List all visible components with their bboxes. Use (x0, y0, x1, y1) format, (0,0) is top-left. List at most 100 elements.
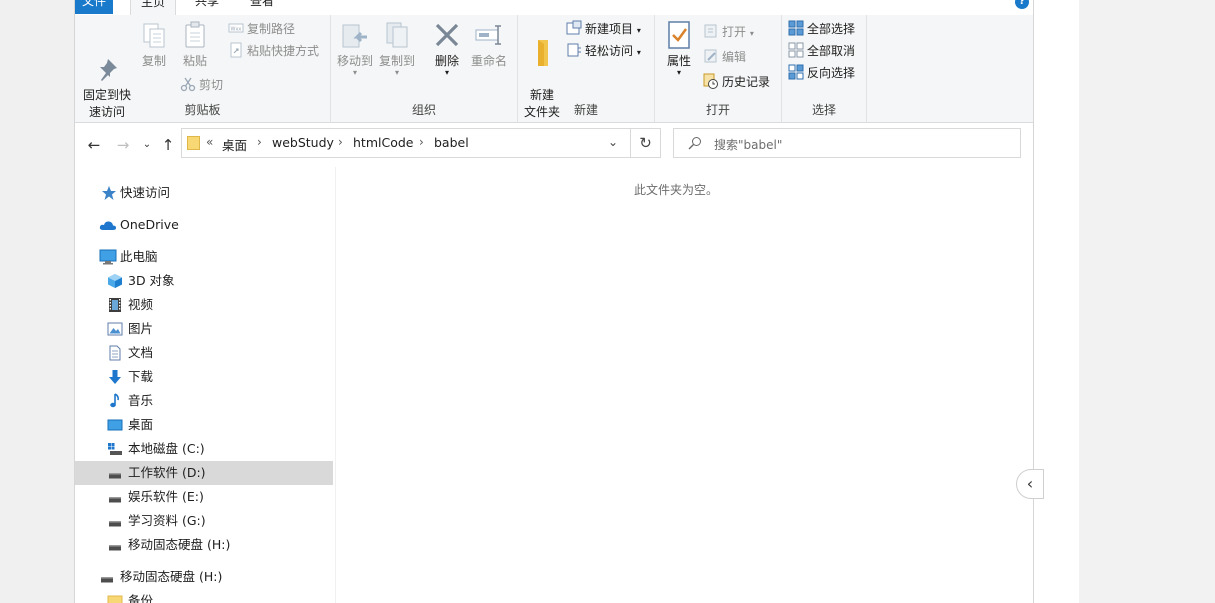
paste-button[interactable]: 粘贴 (177, 19, 213, 70)
nav-item-downloads[interactable]: 下载 (75, 365, 333, 389)
new-item-button[interactable]: 新建项目 ▾ (566, 19, 641, 39)
nav-item-drive-h-root[interactable]: 移动固态硬盘 (H:) (75, 565, 333, 589)
ribbon-tab-bar: 文件 主页 共享 查看 ⌃ (75, 0, 1033, 16)
nav-label: 本地磁盘 (C:) (128, 441, 205, 456)
edit-button[interactable]: 编辑 (703, 47, 746, 67)
nav-label: 快速访问 (120, 185, 171, 200)
nav-label: 视频 (128, 297, 154, 312)
rename-button[interactable]: 重命名 (469, 19, 509, 70)
svg-text:Wxx: Wxx (231, 27, 242, 33)
open-button[interactable]: 打开 ▾ (703, 22, 754, 42)
clipboard-group: 固定到快 速访问 复制 粘贴 Wxx 复制路径 粘贴快捷方式 剪切 剪贴板 (75, 15, 331, 122)
file-list[interactable]: 此文件夹为空。 (336, 167, 1033, 603)
copy-to-button[interactable]: 复制到 ▾ (377, 19, 417, 77)
collapse-pane-button[interactable]: ‹ (1016, 469, 1044, 499)
paste-shortcut-button[interactable]: 粘贴快捷方式 (228, 41, 319, 61)
nav-item-3d-objects[interactable]: 3D 对象 (75, 269, 333, 293)
refresh-button[interactable]: ↻ (631, 128, 661, 158)
breadcrumb-separator[interactable]: › (419, 135, 424, 149)
picture-icon (107, 321, 123, 337)
copy-path-button[interactable]: Wxx 复制路径 (228, 19, 295, 39)
recent-locations-button[interactable]: ⌄ (136, 134, 158, 156)
easy-access-icon (566, 42, 582, 58)
nav-label: 下载 (128, 369, 154, 384)
move-to-button[interactable]: 移动到 ▾ (335, 19, 375, 77)
nav-item-documents[interactable]: 文档 (75, 341, 333, 365)
paste-icon (179, 19, 211, 51)
nav-item-drive-c[interactable]: 本地磁盘 (C:) (75, 437, 333, 461)
nav-item-drive-e[interactable]: 娱乐软件 (E:) (75, 485, 333, 509)
nav-label: 音乐 (128, 393, 154, 408)
select-group-label: 选择 (811, 103, 836, 117)
copy-to-dropdown-icon: ▾ (394, 68, 399, 77)
nav-label: 娱乐软件 (E:) (128, 489, 204, 504)
back-button[interactable]: ← (83, 134, 105, 156)
folder-icon (107, 593, 123, 603)
copy-path-icon: Wxx (228, 20, 244, 36)
nav-label: 移动固态硬盘 (H:) (128, 537, 231, 552)
nav-item-onedrive[interactable]: OneDrive (75, 213, 333, 237)
nav-item-pictures[interactable]: 图片 (75, 317, 333, 341)
easy-access-dropdown-icon: ▾ (636, 48, 641, 57)
nav-label: OneDrive (120, 217, 179, 232)
breadcrumb-babel[interactable]: babel (434, 135, 469, 150)
delete-button[interactable]: 删除 ▾ (431, 19, 463, 77)
nav-item-drive-h[interactable]: 移动固态硬盘 (H:) (75, 533, 333, 557)
empty-folder-message: 此文件夹为空。 (634, 183, 719, 197)
open-group-label: 打开 (705, 103, 730, 117)
select-group: 全部选择 全部取消 反向选择 选择 (782, 15, 867, 122)
breadcrumb-desktop[interactable]: 桌面 (222, 135, 247, 154)
breadcrumb-separator[interactable]: › (257, 135, 262, 149)
nav-item-backup[interactable]: 备份 (75, 589, 333, 603)
nav-item-drive-d[interactable]: 工作软件 (D:) (75, 461, 333, 485)
background-area (1033, 0, 1215, 603)
nav-item-this-pc[interactable]: 此电脑 (75, 245, 333, 269)
breadcrumb-overflow[interactable]: « (206, 135, 213, 149)
select-none-icon (788, 42, 804, 58)
address-bar[interactable]: « 桌面 › webStudy › htmlCode › babel ⌄ (181, 128, 631, 158)
breadcrumb-separator[interactable]: › (338, 135, 343, 149)
history-icon (703, 73, 719, 89)
properties-button[interactable]: 属性 ▾ (661, 19, 697, 77)
nav-item-quick-access[interactable]: 快速访问 (75, 181, 333, 205)
drive-icon (107, 537, 123, 553)
properties-dropdown-icon: ▾ (676, 68, 681, 77)
minimize-ribbon-icon[interactable]: ⌃ (993, 0, 1004, 1)
rename-icon (473, 19, 505, 51)
open-icon (703, 23, 719, 39)
tab-file[interactable]: 文件 (75, 0, 113, 14)
drive-icon (107, 513, 123, 529)
nav-label: 此电脑 (120, 249, 158, 264)
folder-icon (187, 136, 200, 150)
tab-view[interactable]: 查看 (240, 0, 284, 14)
file-explorer-window: 文件 主页 共享 查看 ⌃ ? 固定到快 速访问 复制 (75, 0, 1033, 603)
chevron-down-icon[interactable]: ⌄ (608, 135, 618, 149)
open-group: 属性 ▾ 打开 ▾ 编辑 历史记录 打开 (655, 15, 782, 122)
tab-home[interactable]: 主页 (130, 0, 177, 16)
tab-share[interactable]: 共享 (185, 0, 229, 14)
forward-button[interactable]: → (112, 134, 134, 156)
select-none-button[interactable]: 全部取消 (788, 41, 855, 61)
breadcrumb-htmlcode[interactable]: htmlCode (353, 135, 413, 150)
search-box[interactable]: 搜索"babel" (673, 128, 1021, 158)
cut-button[interactable]: 剪切 (180, 75, 223, 95)
select-all-button[interactable]: 全部选择 (788, 19, 855, 39)
address-row: ← → ⌄ ↑ « 桌面 › webStudy › htmlCode › bab… (75, 123, 1033, 167)
nav-item-desktop[interactable]: 桌面 (75, 413, 333, 437)
windows-drive-icon (107, 441, 123, 457)
drive-icon (107, 465, 123, 481)
up-button[interactable]: ↑ (157, 134, 179, 156)
invert-selection-button[interactable]: 反向选择 (788, 63, 855, 83)
star-icon (101, 185, 117, 201)
nav-item-drive-g[interactable]: 学习资料 (G:) (75, 509, 333, 533)
nav-item-music[interactable]: 音乐 (75, 389, 333, 413)
nav-item-videos[interactable]: 视频 (75, 293, 333, 317)
desktop-icon (107, 417, 123, 433)
easy-access-button[interactable]: 轻松访问 ▾ (566, 41, 641, 61)
history-button[interactable]: 历史记录 (703, 72, 770, 92)
search-input[interactable]: 搜索"babel" (714, 136, 782, 153)
clipboard-group-label: 剪贴板 (184, 103, 221, 117)
invert-selection-icon (788, 64, 804, 80)
copy-button[interactable]: 复制 (137, 19, 171, 70)
breadcrumb-webstudy[interactable]: webStudy (272, 135, 334, 150)
